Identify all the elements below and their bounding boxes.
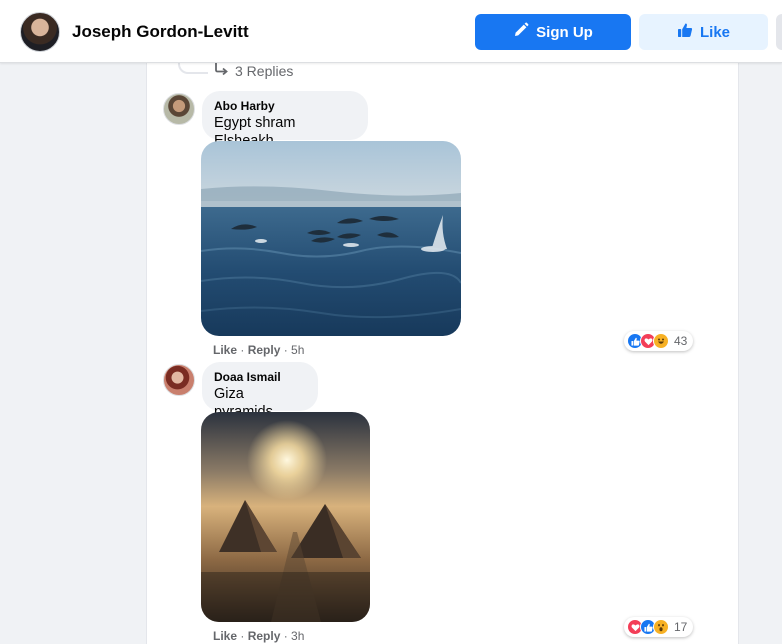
more-button[interactable] — [776, 14, 782, 50]
comment-author[interactable]: Doaa Ismail — [214, 370, 306, 385]
commenter-avatar[interactable] — [163, 364, 195, 396]
haha-reaction-icon — [653, 333, 669, 349]
page-name[interactable]: Joseph Gordon-Levitt — [72, 22, 249, 42]
comment-author[interactable]: Abo Harby — [214, 99, 356, 114]
pencil-icon — [513, 22, 529, 42]
replies-count: 3 Replies — [235, 62, 294, 79]
reaction-summary[interactable]: 43 — [624, 331, 694, 351]
comment-photo-dolphins[interactable] — [201, 141, 461, 336]
separator: · — [237, 343, 248, 357]
comment-photo-pyramids[interactable] — [201, 412, 370, 622]
separator: · — [280, 343, 292, 357]
like-page-label: Like — [699, 23, 730, 41]
sign-up-label: Sign Up — [536, 23, 593, 41]
thumbs-up-icon — [677, 22, 693, 42]
separator: · — [237, 629, 248, 643]
comment-timestamp[interactable]: 3h — [291, 629, 304, 643]
comment-actions: Like · Reply · 3h — [213, 629, 304, 643]
sign-up-button[interactable]: Sign Up — [475, 14, 631, 50]
reply-arrow-icon — [213, 62, 229, 79]
page-header-bar: Joseph Gordon-Levitt Sign Up Like — [0, 0, 782, 63]
wow-reaction-icon — [653, 619, 669, 635]
like-page-button[interactable]: Like — [639, 14, 768, 50]
like-comment-link[interactable]: Like — [213, 629, 237, 643]
comment-timestamp[interactable]: 5h — [291, 343, 304, 357]
reaction-count: 43 — [674, 334, 688, 348]
comment-bubble: Abo Harby Egypt shram Elsheakh — [202, 91, 368, 149]
reply-comment-link[interactable]: Reply — [248, 343, 281, 357]
separator: · — [280, 629, 292, 643]
view-replies-link[interactable]: 3 Replies — [213, 62, 293, 79]
comment-actions: Like · Reply · 5h — [213, 343, 304, 357]
reaction-summary[interactable]: 17 — [624, 617, 694, 637]
commenter-avatar[interactable] — [163, 93, 195, 125]
comment-bubble: Doaa Ismail Giza pyramids — [202, 362, 318, 420]
page-avatar[interactable] — [20, 12, 60, 52]
reply-comment-link[interactable]: Reply — [248, 629, 281, 643]
reaction-count: 17 — [674, 620, 688, 634]
like-comment-link[interactable]: Like — [213, 343, 237, 357]
